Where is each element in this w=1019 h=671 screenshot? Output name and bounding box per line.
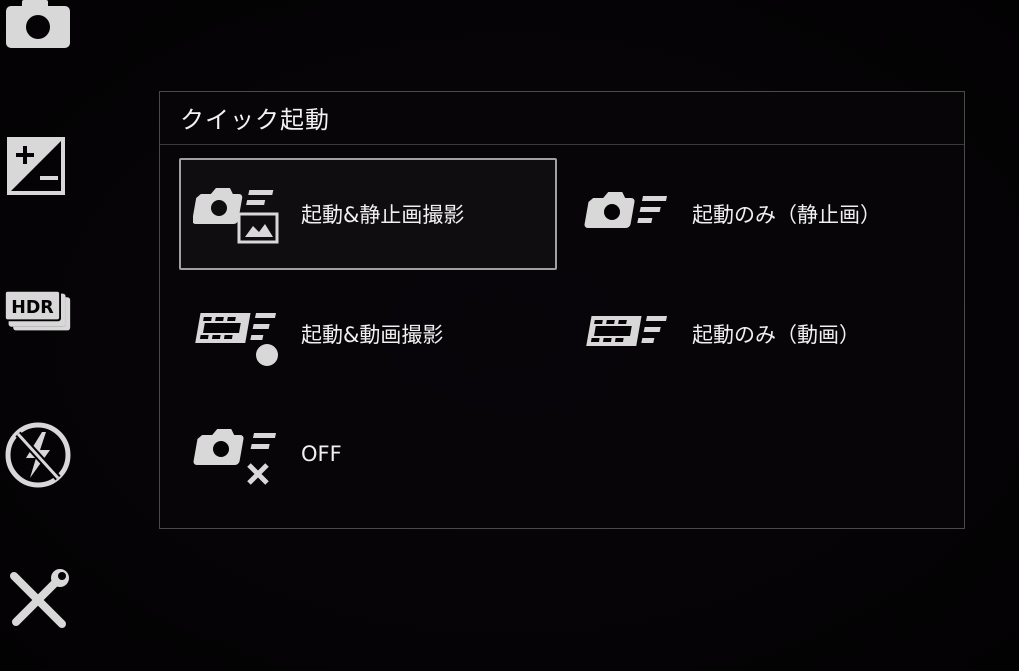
option-label: 起動のみ（動画） — [692, 323, 860, 347]
option-launch-video-only[interactable]: 起動のみ（動画） — [570, 278, 948, 390]
camera-screen: HDR クイック起動 起動&静止画撮影 起動のみ（静止画） 起動&動画撮影 起動… — [0, 0, 1019, 671]
flash-off-icon[interactable] — [4, 420, 72, 490]
option-label: OFF — [301, 442, 342, 466]
option-label: 起動のみ（静止画） — [692, 203, 881, 227]
exposure-compensation-icon[interactable] — [4, 134, 72, 198]
quick-launch-off-icon — [193, 414, 289, 494]
option-launch-still-capture[interactable]: 起動&静止画撮影 — [179, 158, 557, 270]
option-launch-video-record[interactable]: 起動&動画撮影 — [179, 278, 557, 390]
svg-text:HDR: HDR — [11, 298, 54, 318]
quick-launch-dialog: クイック起動 起動&静止画撮影 起動のみ（静止画） 起動&動画撮影 起動のみ（動… — [159, 91, 965, 529]
camera-launch-icon — [584, 174, 680, 254]
video-launch-icon — [584, 294, 680, 374]
option-label: 起動&静止画撮影 — [301, 203, 465, 227]
hdr-icon[interactable]: HDR — [4, 288, 72, 336]
option-label: 起動&動画撮影 — [301, 323, 444, 347]
video-record-icon — [193, 294, 289, 374]
option-launch-still-only[interactable]: 起動のみ（静止画） — [570, 158, 948, 270]
tools-icon[interactable] — [4, 568, 72, 632]
camera-capture-still-icon — [193, 174, 289, 254]
title-divider — [160, 144, 964, 145]
dialog-title: クイック起動 — [180, 106, 330, 134]
camera-icon[interactable] — [4, 0, 72, 52]
option-quick-launch-off[interactable]: OFF — [179, 398, 557, 510]
